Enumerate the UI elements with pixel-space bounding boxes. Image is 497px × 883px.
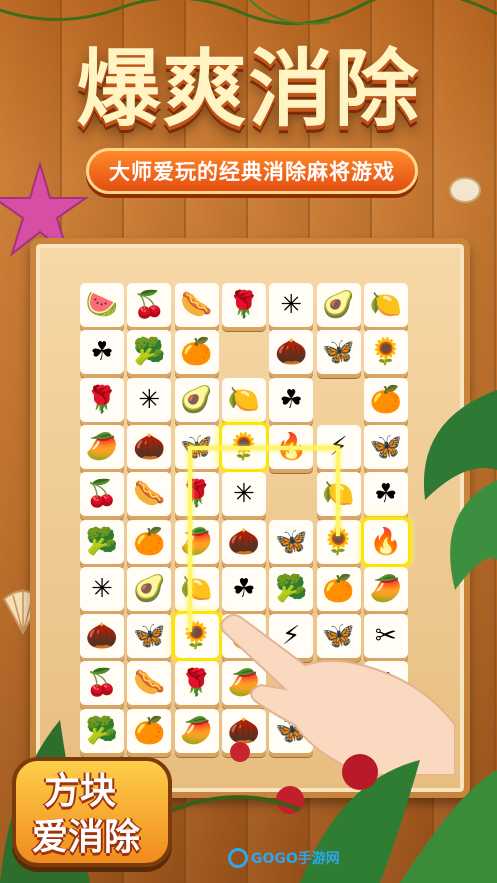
tile-pinwheel[interactable]: ✳	[127, 377, 172, 422]
match-path	[248, 446, 340, 450]
pinwheel-icon: ✳	[91, 573, 113, 604]
match-path	[188, 446, 248, 450]
tile-sausage[interactable]: 🌭	[127, 472, 172, 517]
tile-sunflower[interactable]: 🌻	[171, 611, 222, 662]
tile-orange[interactable]: 🍊	[127, 519, 172, 564]
dragonfly-icon: 🦋	[275, 526, 308, 557]
tile-chestnut[interactable]: 🌰	[269, 330, 314, 375]
pinwheel-icon: ✳	[232, 479, 255, 510]
tile-rose[interactable]: 🌹	[174, 472, 219, 517]
tile-butterfly[interactable]: 🦋	[363, 424, 408, 469]
tile-orange[interactable]: 🍊	[174, 330, 219, 375]
chestnut-icon: 🌰	[133, 431, 166, 462]
orange-icon: 🍊	[180, 337, 213, 368]
chestnut-icon: 🌰	[85, 621, 119, 652]
tile-cherry[interactable]: 🍒	[80, 472, 124, 517]
tile-pinwheel[interactable]: ✳	[80, 566, 124, 611]
chestnut-icon: 🌰	[227, 526, 261, 557]
lime-icon: 🍋	[227, 384, 261, 415]
pinwheel-icon: ✳	[138, 384, 161, 415]
logo-text-line2: 爱消除	[31, 817, 140, 858]
clover-icon: ☘	[279, 384, 303, 415]
tile-lime[interactable]: 🍋	[174, 566, 219, 611]
shell-icon	[449, 177, 481, 203]
tile-rose[interactable]: 🌹	[80, 377, 124, 422]
papaya-icon: 🥭	[369, 573, 402, 604]
tile-sausage[interactable]: 🌭	[174, 283, 219, 327]
watermark-icon	[228, 848, 248, 868]
tile-avocado[interactable]: 🥑	[174, 377, 219, 422]
lime-icon: 🍋	[180, 573, 213, 604]
leaf-decoration	[423, 390, 497, 590]
watermark: GOGO手游网	[228, 848, 340, 868]
rose-icon: 🌹	[85, 384, 119, 415]
tile-chestnut[interactable]: 🌰	[80, 614, 124, 659]
subtitle-text: 大师爱玩的经典消除麻将游戏	[109, 160, 395, 184]
tile-rose[interactable]: 🌹	[221, 283, 266, 327]
tile-broccoli[interactable]: 🥦	[127, 330, 172, 375]
tile-clover[interactable]: ☘	[80, 330, 124, 375]
dragonfly-icon: 🦋	[133, 621, 166, 652]
tile-broccoli[interactable]: 🥦	[80, 519, 124, 564]
clover-icon: ☘	[374, 479, 398, 510]
cherry-icon: 🍒	[133, 290, 166, 320]
cherry-icon: 🍒	[85, 479, 119, 510]
tile-sunflower[interactable]: 🌻	[363, 330, 408, 375]
subtitle-banner: 大师爱玩的经典消除麻将游戏	[86, 148, 418, 194]
pinwheel-icon: ✳	[280, 290, 303, 320]
papaya-icon: 🥭	[180, 526, 213, 557]
sausage-icon: 🌭	[133, 479, 166, 510]
match-path	[336, 446, 340, 536]
rose-icon: 🌹	[180, 479, 213, 510]
tile-chestnut[interactable]: 🌰	[221, 519, 266, 564]
sausage-icon: 🌭	[180, 290, 213, 320]
tile-pinwheel[interactable]: ✳	[221, 472, 266, 517]
orange-icon: 🍊	[133, 526, 166, 557]
tile-chestnut[interactable]: 🌰	[127, 424, 172, 469]
papaya-icon: 🥭	[85, 431, 119, 462]
tile-clover[interactable]: ☘	[363, 472, 408, 517]
clover-icon: ☘	[90, 337, 114, 368]
tile-watermelon[interactable]: 🍉	[80, 283, 124, 327]
butterfly-icon: 🦋	[369, 431, 402, 462]
tile-lime[interactable]: 🍋	[363, 283, 408, 327]
tile-lime[interactable]: 🍋	[221, 377, 266, 422]
flame-icon: 🔥	[369, 526, 402, 557]
tile-orange[interactable]: 🍊	[363, 377, 408, 422]
clover-icon: ☘	[232, 573, 256, 604]
avocado-icon: 🥑	[133, 573, 166, 604]
sunflower-icon: 🌻	[369, 337, 402, 368]
tile-avocado[interactable]: 🥑	[316, 283, 361, 327]
tile-papaya[interactable]: 🥭	[174, 519, 219, 564]
broccoli-icon: 🥦	[85, 526, 119, 557]
broccoli-icon: 🥦	[133, 337, 166, 368]
watermelon-icon: 🍉	[85, 290, 119, 320]
chestnut-icon: 🌰	[275, 337, 308, 368]
dragonfly-icon: 🦋	[322, 337, 355, 368]
match-path	[188, 446, 192, 632]
broccoli-icon: 🥦	[275, 573, 308, 604]
orange-icon: 🍊	[369, 384, 402, 415]
tile-dragonfly[interactable]: 🦋	[316, 330, 361, 375]
lime-icon: 🍋	[369, 290, 402, 320]
tile-avocado[interactable]: 🥑	[127, 566, 172, 611]
game-title: 爆爽消除	[76, 40, 421, 138]
tile-flame[interactable]: 🔥	[360, 516, 411, 567]
avocado-icon: 🥑	[322, 290, 355, 320]
rose-icon: 🌹	[227, 290, 261, 320]
tile-cherry[interactable]: 🍒	[127, 283, 172, 327]
tile-papaya[interactable]: 🥭	[80, 424, 124, 469]
sunflower-icon: 🌻	[180, 621, 213, 652]
tile-pinwheel[interactable]: ✳	[269, 283, 314, 327]
avocado-icon: 🥑	[180, 384, 213, 415]
tile-dragonfly[interactable]: 🦋	[269, 519, 314, 564]
watermark-text: GOGO手游网	[251, 851, 340, 867]
tile-clover[interactable]: ☘	[269, 377, 314, 422]
orange-icon: 🍊	[322, 573, 355, 604]
logo-text-line1: 方块	[43, 771, 116, 812]
tile-dragonfly[interactable]: 🦋	[127, 614, 172, 659]
